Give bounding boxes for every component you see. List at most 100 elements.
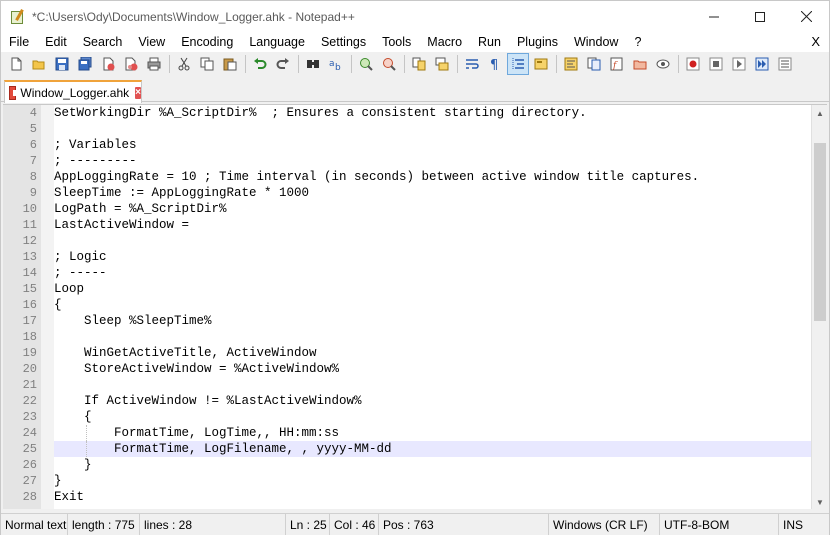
code-text[interactable]: { — [54, 409, 92, 425]
maximize-button[interactable] — [737, 1, 783, 32]
close-button[interactable] — [783, 1, 829, 32]
menu-edit[interactable]: Edit — [37, 32, 75, 52]
zoom-in-button[interactable] — [355, 53, 377, 75]
sync-vertical-button[interactable] — [408, 53, 430, 75]
save-macro-button[interactable] — [774, 53, 796, 75]
code-text[interactable]: } — [54, 457, 92, 473]
menu-tools[interactable]: Tools — [374, 32, 419, 52]
paste-button[interactable] — [219, 53, 241, 75]
scrollbar-thumb[interactable] — [814, 143, 826, 321]
code-text[interactable]: Exit — [54, 489, 84, 505]
menu-encoding[interactable]: Encoding — [173, 32, 241, 52]
find-button[interactable] — [302, 53, 324, 75]
word-wrap-button[interactable] — [461, 53, 483, 75]
new-file-button[interactable] — [5, 53, 27, 75]
code-line[interactable]: 13 ; Logic — [3, 249, 811, 265]
menu-window[interactable]: Window — [566, 32, 626, 52]
code-text[interactable]: LastActiveWindow = — [54, 217, 189, 233]
function-list-button[interactable]: f — [606, 53, 628, 75]
cut-button[interactable] — [173, 53, 195, 75]
close-file-button[interactable] — [97, 53, 119, 75]
code-line[interactable]: 5 — [3, 121, 811, 137]
status-encoding[interactable]: UTF-8-BOM — [660, 513, 779, 535]
code-line[interactable]: 23 { — [3, 409, 811, 425]
code-text[interactable]: StoreActiveWindow = %ActiveWindow% — [54, 361, 339, 377]
record-macro-button[interactable] — [682, 53, 704, 75]
code-text[interactable]: } — [54, 473, 62, 489]
document-map-button[interactable] — [560, 53, 582, 75]
play-macro-button[interactable] — [728, 53, 750, 75]
code-line[interactable]: 9 SleepTime := AppLoggingRate * 1000 — [3, 185, 811, 201]
code-text[interactable]: SetWorkingDir %A_ScriptDir% ; Ensures a … — [54, 105, 587, 121]
code-line[interactable]: 16 { — [3, 297, 811, 313]
save-all-button[interactable] — [74, 53, 96, 75]
tab-close-icon[interactable]: × — [135, 86, 141, 99]
code-line[interactable]: 6 ; Variables — [3, 137, 811, 153]
code-line[interactable]: 12 — [3, 233, 811, 249]
code-line[interactable]: 14 ; ----- — [3, 265, 811, 281]
editor-pane[interactable]: 4 SetWorkingDir %A_ScriptDir% ; Ensures a… — [3, 104, 827, 509]
code-text[interactable]: FormatTime, LogFilename, , yyyy-MM-dd — [54, 441, 392, 457]
code-text[interactable]: ; --------- — [54, 153, 137, 169]
code-line[interactable]: 21 — [3, 377, 811, 393]
redo-button[interactable] — [272, 53, 294, 75]
notepad-plus-plus-app-icon[interactable] — [10, 8, 26, 25]
minimize-button[interactable] — [691, 1, 737, 32]
run-macro-multiple-button[interactable] — [751, 53, 773, 75]
replace-button[interactable]: ab — [325, 53, 347, 75]
menu-view[interactable]: View — [130, 32, 173, 52]
user-defined-language-button[interactable] — [530, 53, 552, 75]
copy-button[interactable] — [196, 53, 218, 75]
code-text[interactable]: ; Logic — [54, 249, 107, 265]
code-text[interactable]: LogPath = %A_ScriptDir% — [54, 201, 227, 217]
code-text[interactable]: AppLoggingRate = 10 ; Time interval (in … — [54, 169, 699, 185]
code-line[interactable]: 25 FormatTime, LogFilename, , yyyy-MM-dd — [3, 441, 811, 457]
code-text[interactable]: SleepTime := AppLoggingRate * 1000 — [54, 185, 309, 201]
open-file-button[interactable] — [28, 53, 50, 75]
undo-button[interactable] — [249, 53, 271, 75]
document-list-button[interactable] — [583, 53, 605, 75]
code-line[interactable]: 20 StoreActiveWindow = %ActiveWindow% — [3, 361, 811, 377]
code-line[interactable]: 8 AppLoggingRate = 10 ; Time interval (in… — [3, 169, 811, 185]
code-line[interactable]: 19 WinGetActiveTitle, ActiveWindow — [3, 345, 811, 361]
vertical-scrollbar[interactable]: ▲ ▼ — [811, 105, 827, 509]
indent-guide-button[interactable] — [507, 53, 529, 75]
menu-help[interactable]: ? — [626, 32, 649, 52]
tab-window-logger[interactable]: Window_Logger.ahk × — [4, 80, 142, 103]
menu-file[interactable]: File — [1, 32, 37, 52]
code-line[interactable]: 15 Loop — [3, 281, 811, 297]
code-line[interactable]: 28 Exit — [3, 489, 811, 505]
code-text[interactable]: Sleep %SleepTime% — [54, 313, 212, 329]
code-line[interactable]: 22 If ActiveWindow != %LastActiveWindow% — [3, 393, 811, 409]
code-line[interactable]: 11 LastActiveWindow = — [3, 217, 811, 233]
sync-horizontal-button[interactable] — [431, 53, 453, 75]
status-insert-mode[interactable]: INS — [779, 514, 819, 535]
code-line[interactable]: 27} — [3, 473, 811, 489]
code-lines[interactable]: 4 SetWorkingDir %A_ScriptDir% ; Ensures a… — [3, 105, 811, 505]
code-text[interactable]: ; ----- — [54, 265, 107, 281]
menu-plugins[interactable]: Plugins — [509, 32, 566, 52]
save-button[interactable] — [51, 53, 73, 75]
show-all-characters-button[interactable]: ¶ — [484, 53, 506, 75]
code-line[interactable]: 17 Sleep %SleepTime% — [3, 313, 811, 329]
code-line[interactable]: 18 — [3, 329, 811, 345]
menu-search[interactable]: Search — [75, 32, 131, 52]
code-line[interactable]: 7 ; --------- — [3, 153, 811, 169]
monitoring-button[interactable] — [652, 53, 674, 75]
code-text[interactable]: ; Variables — [54, 137, 137, 153]
close-document-button[interactable]: X — [811, 32, 820, 52]
scroll-down-arrow-icon[interactable]: ▼ — [812, 494, 827, 509]
print-button[interactable] — [143, 53, 165, 75]
zoom-out-button[interactable] — [378, 53, 400, 75]
code-text[interactable]: { — [54, 297, 62, 313]
stop-macro-button[interactable] — [705, 53, 727, 75]
menu-run[interactable]: Run — [470, 32, 509, 52]
code-line[interactable]: 26 } — [3, 457, 811, 473]
close-all-button[interactable] — [120, 53, 142, 75]
folder-as-workspace-button[interactable] — [629, 53, 651, 75]
code-text[interactable]: WinGetActiveTitle, ActiveWindow — [54, 345, 317, 361]
code-text[interactable]: If ActiveWindow != %LastActiveWindow% — [54, 393, 362, 409]
menu-language[interactable]: Language — [241, 32, 313, 52]
menu-macro[interactable]: Macro — [419, 32, 470, 52]
code-line[interactable]: 4 SetWorkingDir %A_ScriptDir% ; Ensures a… — [3, 105, 811, 121]
